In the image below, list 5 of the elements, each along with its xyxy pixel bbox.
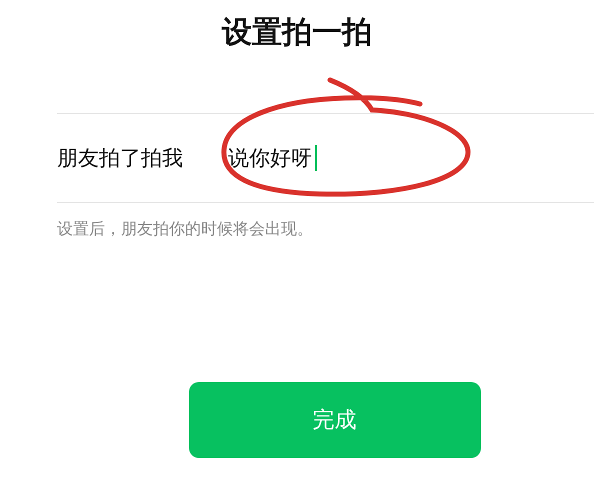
row-label: 朋友拍了拍我	[57, 145, 183, 172]
hint-text: 设置后，朋友拍你的时候将会出现。	[57, 219, 314, 240]
page-title: 设置拍一拍	[220, 14, 373, 52]
text-cursor	[315, 145, 318, 171]
input-field[interactable]: 说你好呀	[228, 146, 314, 170]
